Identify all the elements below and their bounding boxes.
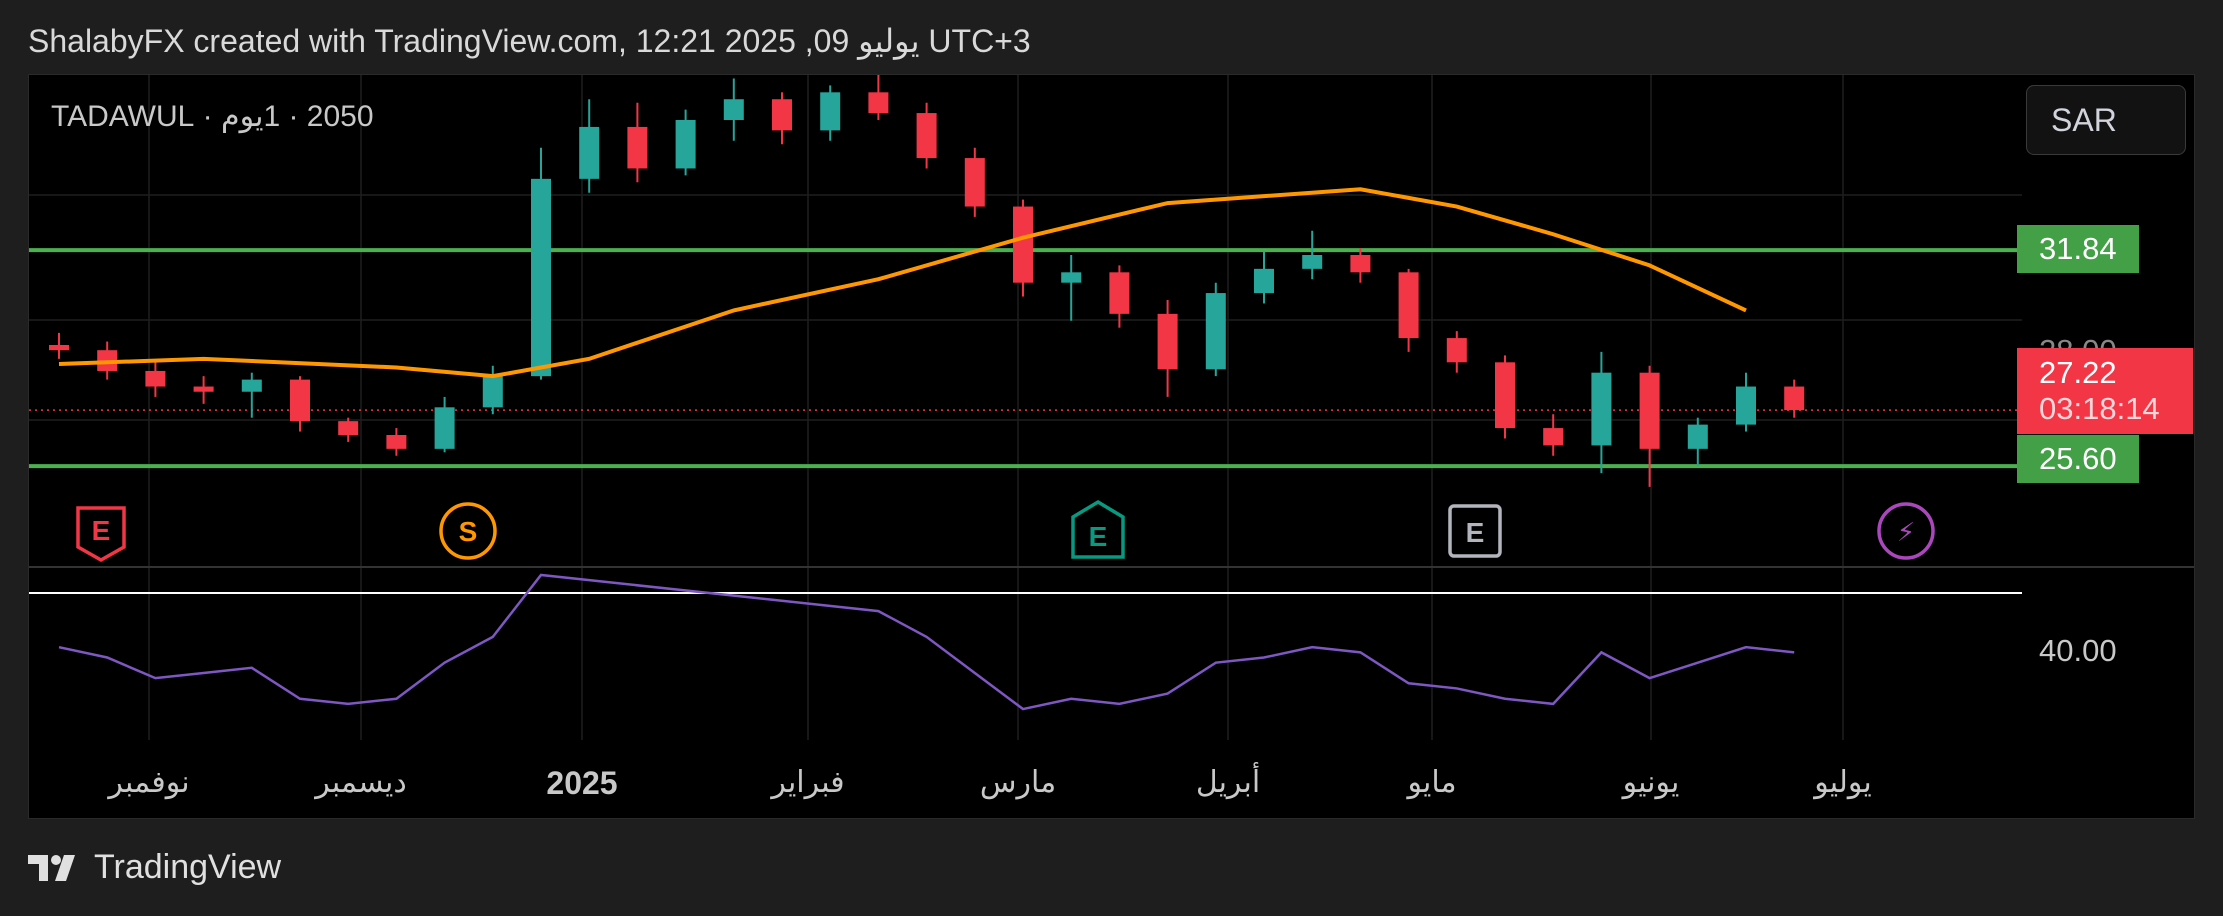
- countdown-timer: 03:18:14: [2039, 391, 2160, 426]
- candle-body: [627, 126, 648, 169]
- earnings-upcoming-letter: E: [1466, 517, 1485, 548]
- earnings-recent-icon: E: [1071, 499, 1125, 559]
- candle-body: [386, 435, 407, 449]
- candle-body: [1543, 428, 1564, 446]
- symbol-legend[interactable]: 2050 · 1يوم · TADAWUL: [51, 99, 374, 134]
- month-label-nov: نوفمبر: [108, 766, 190, 799]
- month-label-2025: 2025: [546, 765, 618, 801]
- earnings-past-letter: E: [92, 515, 111, 546]
- candle-body: [1639, 372, 1660, 449]
- chart-svg[interactable]: [29, 75, 2195, 819]
- month-label-feb: فبراير: [771, 766, 845, 799]
- last-price-tag: 27.22 03:18:14: [2017, 348, 2193, 434]
- candle-body: [290, 379, 310, 422]
- month-label-jun: يونيو: [1622, 766, 1680, 799]
- candle-body: [1254, 268, 1274, 294]
- currency-button[interactable]: SAR: [2026, 85, 2186, 155]
- resistance-label-text: 31.84: [2039, 231, 2117, 266]
- candle-body: [675, 120, 696, 169]
- brand-name: TradingView: [94, 848, 282, 886]
- candle-body: [1205, 293, 1226, 370]
- candle-body: [916, 113, 937, 159]
- month-label-jul: يوليو: [1814, 766, 1872, 799]
- candle-body: [1013, 206, 1033, 283]
- candle-body: [868, 92, 889, 114]
- support-price-tag: 25.60: [2017, 435, 2139, 483]
- candle-body: [1687, 424, 1708, 449]
- candle-body: [1109, 272, 1130, 314]
- candle-body: [772, 99, 792, 131]
- news-badge[interactable]: ⚡: [1875, 500, 1937, 567]
- rsi-axis-label: 40.00: [2039, 633, 2117, 668]
- earnings-upcoming-badge[interactable]: E: [1447, 503, 1503, 564]
- candle-body: [1736, 386, 1756, 425]
- rsi-line: [58, 573, 1795, 711]
- candle-body: [338, 421, 359, 435]
- tradingview-brand[interactable]: TradingView: [28, 848, 281, 887]
- month-label-dec: ديسمبر: [315, 766, 407, 799]
- earnings-recent-badge[interactable]: E: [1069, 499, 1127, 566]
- tradingview-logo-icon: [28, 854, 75, 881]
- support-label-text: 25.60: [2039, 441, 2117, 476]
- earnings-recent-letter: E: [1089, 521, 1108, 552]
- candle-body: [1495, 362, 1515, 429]
- resistance-price-tag: 31.84: [2017, 225, 2139, 273]
- candle-body: [145, 370, 166, 387]
- candle-body: [482, 376, 503, 408]
- candle-body: [1157, 313, 1178, 370]
- candle-body: [1591, 372, 1612, 446]
- split-badge[interactable]: S: [437, 500, 499, 567]
- earnings-past-icon: E: [76, 506, 126, 563]
- candle-body: [1784, 386, 1805, 411]
- candle-body: [193, 386, 214, 392]
- candle-body: [1398, 272, 1419, 339]
- lightning-icon: ⚡: [1877, 502, 1935, 560]
- candle-body: [49, 345, 69, 351]
- candle-body: [241, 379, 262, 392]
- split-icon: S: [439, 502, 497, 560]
- month-label-may: مايو: [1407, 766, 1457, 799]
- candle-body: [579, 126, 600, 179]
- candle-body: [434, 407, 455, 449]
- month-label-apr: أبريل: [1195, 766, 1261, 799]
- candle-body: [723, 99, 744, 120]
- chart-frame[interactable]: 2050 · 1يوم · TADAWUL SAR 28.00 31.84 27…: [28, 74, 2195, 819]
- candle-body: [1302, 255, 1323, 269]
- candle-body: [964, 158, 985, 207]
- month-label-mar: مارس: [979, 766, 1057, 799]
- split-letter: S: [459, 516, 478, 547]
- candle-body: [820, 92, 841, 131]
- candle-body: [531, 178, 551, 377]
- candle-body: [1350, 255, 1371, 273]
- last-price-value: 27.22: [2039, 355, 2117, 390]
- earnings-upcoming-icon: E: [1448, 504, 1502, 558]
- moving-average-line: [58, 187, 1747, 379]
- news-letter: ⚡: [1897, 518, 1915, 548]
- candle-body: [1446, 338, 1467, 363]
- header-caption: ShalabyFX created with TradingView.com, …: [28, 23, 1031, 59]
- earnings-past-badge[interactable]: E: [74, 505, 128, 568]
- candle-body: [1061, 272, 1082, 283]
